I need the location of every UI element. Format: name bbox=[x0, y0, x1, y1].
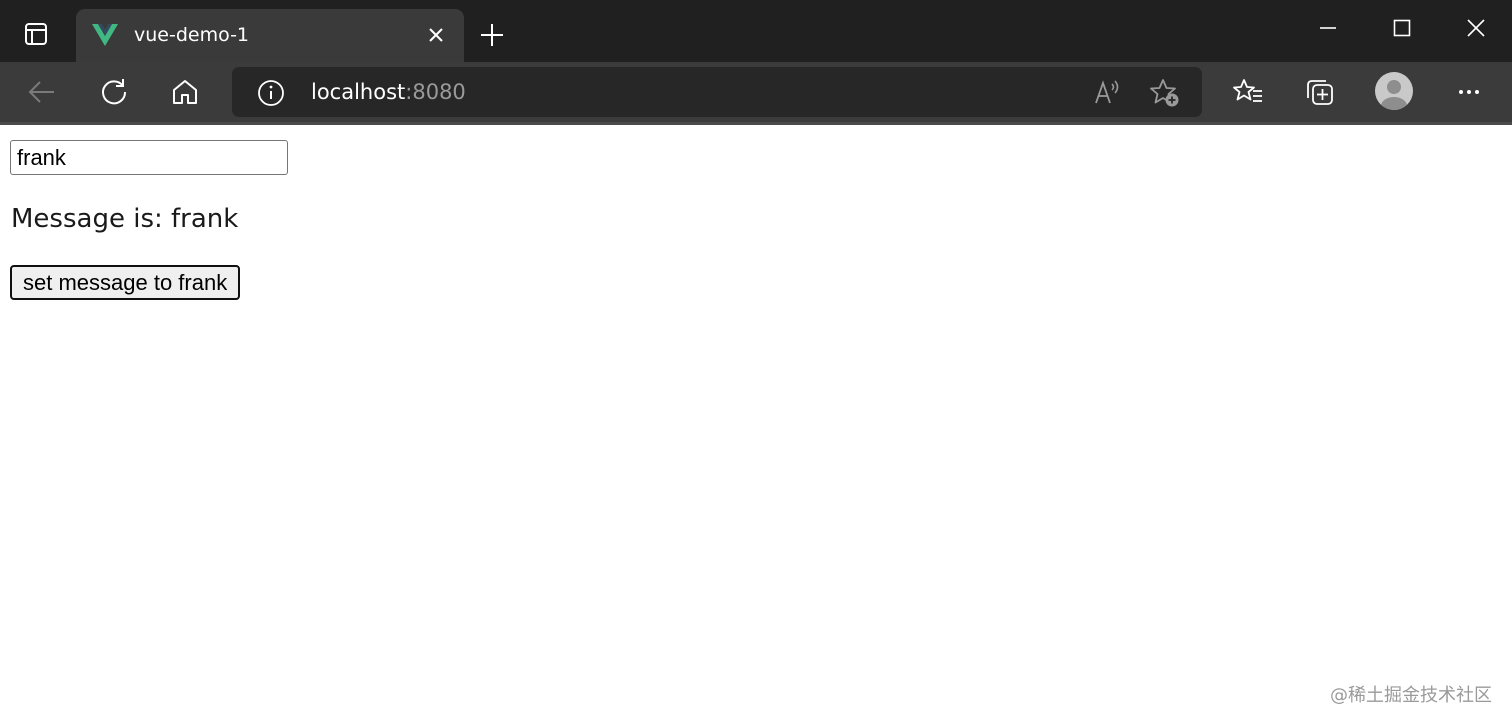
vue-logo-icon bbox=[92, 24, 118, 46]
tab-close-button[interactable] bbox=[424, 23, 448, 47]
browser-toolbar: localhost:8080 bbox=[0, 62, 1512, 122]
home-icon bbox=[173, 80, 197, 104]
add-favorite-button[interactable] bbox=[1147, 75, 1183, 111]
site-info-button[interactable] bbox=[256, 78, 286, 108]
url-text[interactable]: localhost:8080 bbox=[311, 79, 466, 105]
message-text: Message is: frank bbox=[11, 204, 239, 234]
tab-actions-icon bbox=[25, 23, 47, 45]
page-content: Message is: frank set message to frank @… bbox=[0, 125, 1512, 725]
read-aloud-icon bbox=[1095, 80, 1119, 104]
maximize-icon bbox=[1393, 19, 1411, 37]
refresh-button[interactable] bbox=[92, 70, 136, 114]
more-icon bbox=[1459, 90, 1479, 94]
add-favorite-icon bbox=[1150, 79, 1179, 107]
info-icon bbox=[258, 80, 284, 106]
profile-icon bbox=[1381, 80, 1407, 110]
back-button[interactable] bbox=[20, 70, 64, 114]
close-icon bbox=[429, 28, 443, 42]
read-aloud-button[interactable] bbox=[1089, 75, 1125, 111]
new-tab-button[interactable] bbox=[472, 16, 512, 54]
close-icon bbox=[1467, 19, 1485, 37]
minimize-button[interactable] bbox=[1302, 8, 1354, 48]
favorites-button[interactable] bbox=[1226, 70, 1270, 114]
address-bar[interactable]: localhost:8080 bbox=[232, 67, 1202, 117]
collections-button[interactable] bbox=[1298, 70, 1342, 114]
window-close-button[interactable] bbox=[1450, 8, 1502, 48]
favorites-icon bbox=[1233, 79, 1262, 102]
back-arrow-icon bbox=[28, 81, 54, 103]
watermark: @稀土掘金技术社区 bbox=[1330, 685, 1492, 706]
url-host: localhost bbox=[311, 80, 406, 104]
tab-actions-button[interactable] bbox=[14, 14, 58, 54]
collections-icon bbox=[1307, 80, 1333, 105]
home-button[interactable] bbox=[163, 70, 207, 114]
tab-title: vue-demo-1 bbox=[134, 24, 250, 46]
maximize-button[interactable] bbox=[1376, 8, 1428, 48]
browser-tab-bar: vue-demo-1 bbox=[0, 0, 1512, 62]
more-button[interactable] bbox=[1447, 70, 1491, 114]
url-port: :8080 bbox=[405, 80, 466, 104]
plus-icon bbox=[481, 24, 503, 46]
refresh-icon bbox=[102, 79, 127, 105]
minimize-icon bbox=[1320, 27, 1336, 29]
profile-avatar[interactable] bbox=[1375, 72, 1413, 110]
active-tab[interactable]: vue-demo-1 bbox=[76, 9, 464, 62]
message-input[interactable] bbox=[10, 140, 288, 175]
set-message-button[interactable]: set message to frank bbox=[10, 265, 241, 300]
